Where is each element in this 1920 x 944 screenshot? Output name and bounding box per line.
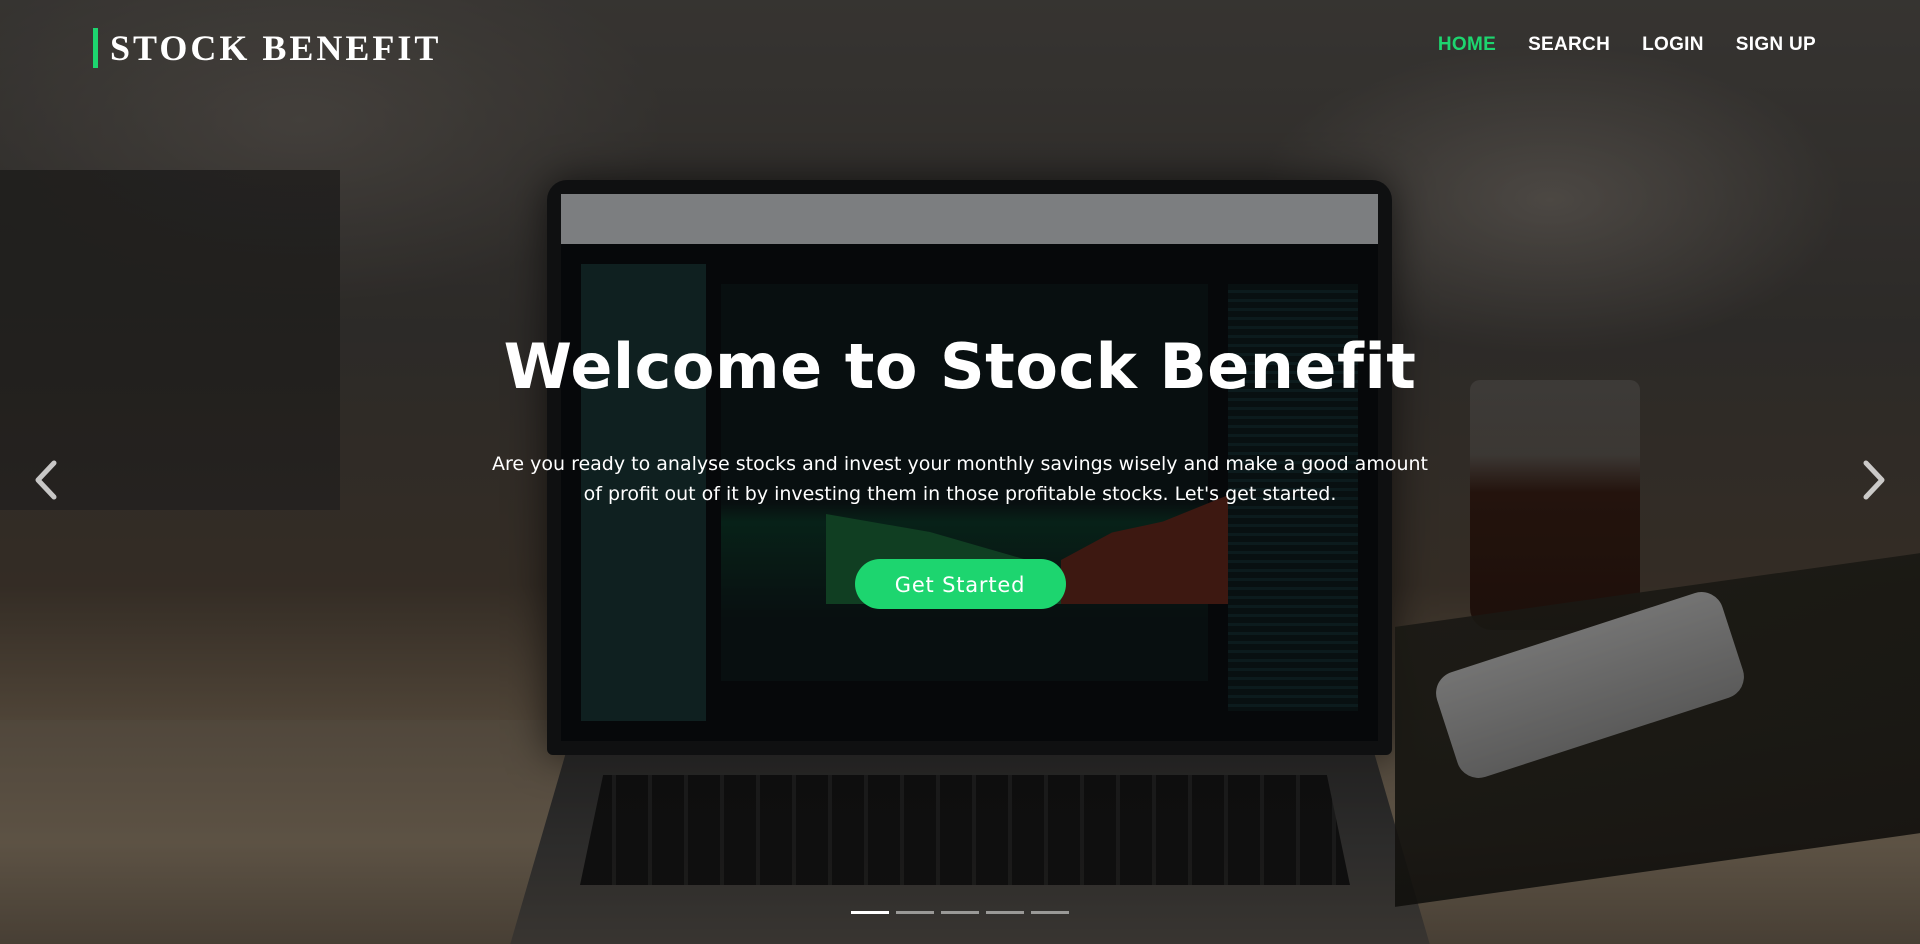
carousel-prev-button[interactable] xyxy=(28,455,68,505)
carousel-indicator-4[interactable] xyxy=(986,911,1024,914)
brand-accent-bar xyxy=(93,28,98,68)
chevron-right-icon xyxy=(1863,460,1885,500)
brand-logo[interactable]: STOCK BENEFIT xyxy=(93,28,441,68)
carousel-indicator-3[interactable] xyxy=(941,911,979,914)
nav-item-home[interactable]: HOME xyxy=(1438,34,1496,56)
hero-carousel: STOCK BENEFIT HOME SEARCH LOGIN SIGN UP … xyxy=(0,0,1920,944)
brand-name: STOCK BENEFIT xyxy=(110,28,442,68)
chevron-left-icon xyxy=(35,460,57,500)
navbar: STOCK BENEFIT HOME SEARCH LOGIN SIGN UP xyxy=(0,0,1920,90)
hero-content: Welcome to Stock Benefit Are you ready t… xyxy=(0,330,1920,609)
hero-description: Are you ready to analyse stocks and inve… xyxy=(492,453,1428,505)
nav-links: HOME SEARCH LOGIN SIGN UP xyxy=(1438,34,1816,56)
carousel-indicator-2[interactable] xyxy=(896,911,934,914)
hero-title: Welcome to Stock Benefit xyxy=(503,330,1417,403)
nav-item-login[interactable]: LOGIN xyxy=(1642,34,1704,56)
carousel-next-button[interactable] xyxy=(1852,455,1892,505)
carousel-indicator-1[interactable] xyxy=(851,911,889,914)
carousel-indicators xyxy=(0,911,1920,914)
get-started-button[interactable]: Get Started xyxy=(854,559,1066,609)
nav-item-search[interactable]: SEARCH xyxy=(1528,34,1610,56)
nav-item-sign-up[interactable]: SIGN UP xyxy=(1736,34,1816,56)
carousel-indicator-5[interactable] xyxy=(1031,911,1069,914)
